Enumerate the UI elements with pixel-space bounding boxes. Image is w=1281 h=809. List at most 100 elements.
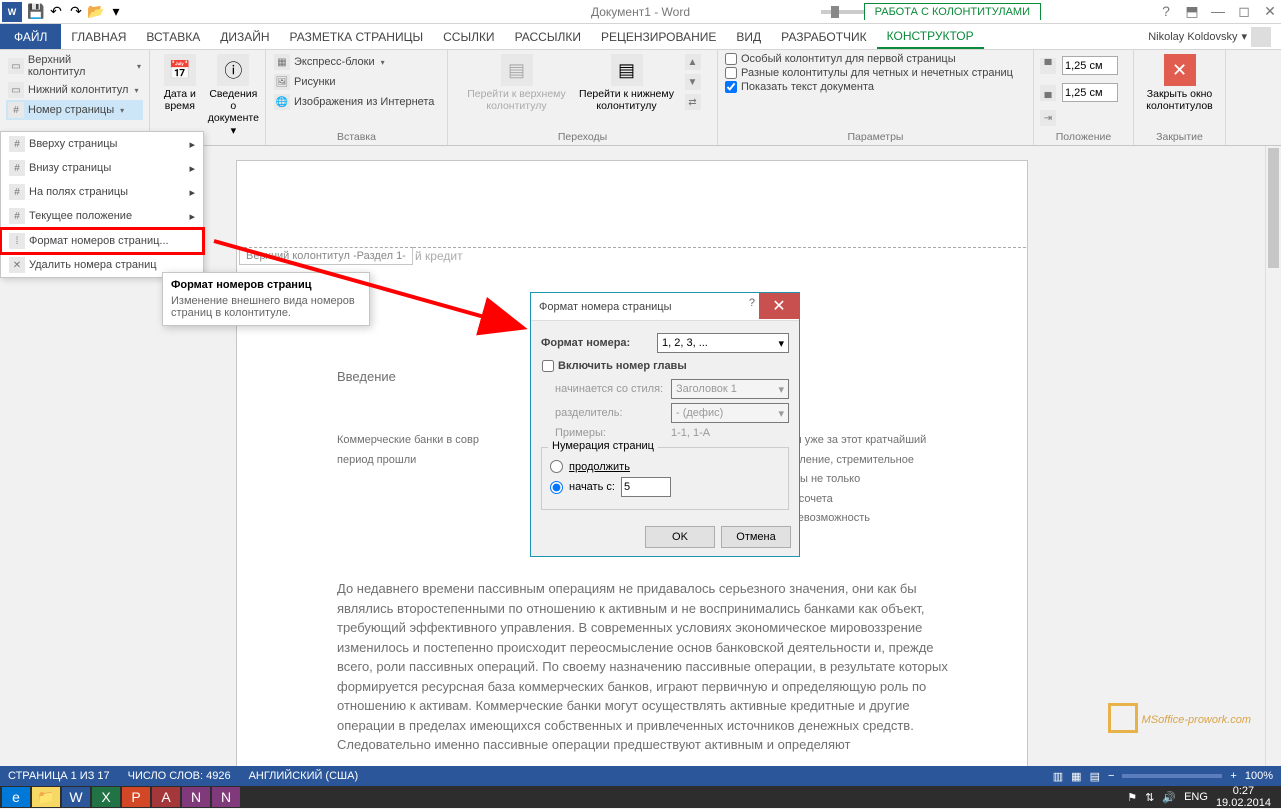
online-pictures-button[interactable]: 🌐Изображения из Интернета	[272, 92, 441, 112]
dd-current-position[interactable]: #Текущее положение▸	[1, 204, 203, 229]
nav-group-label: Переходы	[448, 131, 717, 143]
tray-sound-icon[interactable]: 🔊	[1162, 791, 1176, 804]
ribbon-tabs: ФАЙЛ ГЛАВНАЯ ВСТАВКА ДИЗАЙН РАЗМЕТКА СТР…	[0, 24, 1281, 50]
quick-parts-button[interactable]: ▦Экспресс-блоки▾	[272, 52, 441, 72]
dd-format-page-numbers[interactable]: ⁞Формат номеров страниц...	[1, 229, 203, 253]
zoom-in-icon[interactable]: +	[1230, 770, 1236, 782]
tab-mailings[interactable]: РАССЫЛКИ	[505, 24, 591, 49]
help-icon[interactable]: ?	[1157, 3, 1175, 20]
open-icon[interactable]: 📂	[86, 2, 106, 22]
continue-radio[interactable]: продолжить	[550, 460, 780, 473]
goto-footer-icon: ▤	[611, 54, 643, 86]
start-at-radio[interactable]: начать с:	[550, 477, 780, 497]
qat-customize-icon[interactable]: ▾	[106, 2, 126, 22]
header-from-top-input[interactable]: 1,25 см	[1062, 56, 1118, 75]
access-taskbar-icon[interactable]: A	[152, 787, 180, 807]
ok-button[interactable]: OK	[645, 526, 715, 548]
start-at-input[interactable]	[621, 477, 671, 497]
prev-icon[interactable]: ▲	[685, 54, 701, 70]
tooltip: Формат номеров страниц Изменение внешнег…	[162, 272, 370, 326]
pictures-button[interactable]: 🖼Рисунки	[272, 72, 441, 92]
link-icon[interactable]: ⇄	[685, 94, 701, 110]
tab-design[interactable]: ДИЗАЙН	[210, 24, 279, 49]
dialog-titlebar[interactable]: Формат номера страницы ? ✕	[531, 293, 799, 321]
zoom-level[interactable]: 100%	[1245, 770, 1273, 782]
word-taskbar-icon[interactable]: W	[62, 787, 90, 807]
user-account[interactable]: Nikolay Koldovsky ▾	[1138, 24, 1281, 49]
document-title: Документ1 - Word	[591, 5, 690, 19]
ribbon-display-icon[interactable]: ⬒	[1183, 3, 1201, 20]
next-icon[interactable]: ▼	[685, 74, 701, 90]
vertical-scrollbar[interactable]	[1265, 146, 1281, 766]
close-icon[interactable]: ✕	[1261, 3, 1279, 20]
dd-bottom-of-page[interactable]: #Внизу страницы▸	[1, 156, 203, 180]
watermark-icon	[1108, 703, 1138, 733]
onenote-taskbar-icon[interactable]: N	[182, 787, 210, 807]
chapter-style-combo: Заголовок 1▾	[671, 379, 789, 399]
datetime-button[interactable]: 📅Дата и время	[156, 52, 204, 137]
undo-icon[interactable]: ↶	[46, 2, 66, 22]
header-section-tab: Верхний колонтитул -Раздел 1-	[239, 247, 413, 265]
tab-layout[interactable]: РАЗМЕТКА СТРАНИЦЫ	[280, 24, 434, 49]
dialog-close-icon[interactable]: ✕	[759, 293, 799, 319]
goto-header-icon: ▤	[501, 54, 533, 86]
redo-icon[interactable]: ↷	[66, 2, 86, 22]
explorer-icon[interactable]: 📁	[32, 787, 60, 807]
excel-taskbar-icon[interactable]: X	[92, 787, 120, 807]
tab-review[interactable]: РЕЦЕНЗИРОВАНИЕ	[591, 24, 726, 49]
footer-button[interactable]: ▭Нижний колонтитул▾	[6, 80, 143, 100]
footer-from-bottom-input[interactable]: 1,25 см	[1062, 83, 1118, 102]
margins-icon: #	[9, 184, 25, 200]
number-format-label: Формат номера:	[541, 337, 651, 349]
web-picture-icon: 🌐	[274, 94, 290, 110]
close-header-footer-button[interactable]: ✕ Закрыть окно колонтитулов	[1140, 52, 1219, 112]
number-format-combo[interactable]: 1, 2, 3, ...▾	[657, 333, 789, 353]
view-web-icon[interactable]: ▤	[1090, 770, 1100, 783]
page-indicator[interactable]: СТРАНИЦА 1 ИЗ 17	[8, 770, 110, 782]
file-tab[interactable]: ФАЙЛ	[0, 24, 61, 49]
powerpoint-taskbar-icon[interactable]: P	[122, 787, 150, 807]
tab-constructor[interactable]: КОНСТРУКТОР	[877, 24, 984, 49]
cancel-button[interactable]: Отмена	[721, 526, 791, 548]
dd-page-margins[interactable]: #На полях страницы▸	[1, 180, 203, 204]
show-document-text-checkbox[interactable]: Показать текст документа	[724, 80, 1027, 94]
close-hf-icon: ✕	[1164, 54, 1196, 86]
examples-value: 1-1, 1-A	[671, 427, 710, 439]
page-number-button[interactable]: #Номер страницы▾	[6, 100, 143, 120]
alignment-tab-icon[interactable]: ⇥	[1040, 110, 1056, 126]
word-count[interactable]: ЧИСЛО СЛОВ: 4926	[128, 770, 231, 782]
tab-home[interactable]: ГЛАВНАЯ	[61, 24, 136, 49]
odd-even-different-checkbox[interactable]: Разные колонтитулы для четных и нечетных…	[724, 66, 1027, 80]
tray-flag-icon[interactable]: ⚑	[1127, 791, 1137, 804]
blocks-icon: ▦	[274, 54, 290, 70]
zoom-slider[interactable]	[1122, 774, 1222, 778]
tray-clock[interactable]: 0:2719.02.2014	[1216, 785, 1271, 809]
dialog-help-icon[interactable]: ?	[749, 297, 755, 309]
first-page-different-checkbox[interactable]: Особый колонтитул для первой страницы	[724, 52, 1027, 66]
scrollbar-thumb[interactable]	[1268, 148, 1279, 268]
separator-label: разделитель:	[555, 407, 665, 419]
tab-insert[interactable]: ВСТАВКА	[136, 24, 210, 49]
view-read-icon[interactable]: ▥	[1053, 770, 1063, 783]
zoom-out-icon[interactable]: −	[1108, 770, 1114, 782]
tooltip-body: Изменение внешнего вида номеров страниц …	[171, 295, 361, 319]
format-icon: ⁞	[9, 233, 25, 249]
language-indicator[interactable]: АНГЛИЙСКИЙ (США)	[249, 770, 359, 782]
onenote2-taskbar-icon[interactable]: N	[212, 787, 240, 807]
ie-icon[interactable]: e	[2, 787, 30, 807]
tab-view[interactable]: ВИД	[726, 24, 771, 49]
maximize-icon[interactable]: ◻	[1235, 3, 1253, 20]
save-icon[interactable]: 💾	[26, 2, 46, 22]
tab-developer[interactable]: РАЗРАБОТЧИК	[771, 24, 877, 49]
view-print-icon[interactable]: ▦	[1071, 770, 1081, 783]
goto-footer-button[interactable]: ▤Перейти к нижнему колонтитулу	[574, 52, 680, 112]
tab-references[interactable]: ССЫЛКИ	[433, 24, 504, 49]
docinfo-button[interactable]: ⓘСведения о документе▾	[208, 52, 259, 137]
page-number-icon: #	[8, 102, 24, 118]
minimize-icon[interactable]: —	[1209, 3, 1227, 20]
include-chapter-checkbox[interactable]: Включить номер главы	[541, 359, 789, 373]
header-button[interactable]: ▭Верхний колонтитул▾	[6, 52, 143, 80]
tray-network-icon[interactable]: ⇅	[1145, 791, 1154, 804]
dd-top-of-page[interactable]: #Вверху страницы▸	[1, 132, 203, 156]
tray-language[interactable]: ENG	[1184, 791, 1208, 803]
